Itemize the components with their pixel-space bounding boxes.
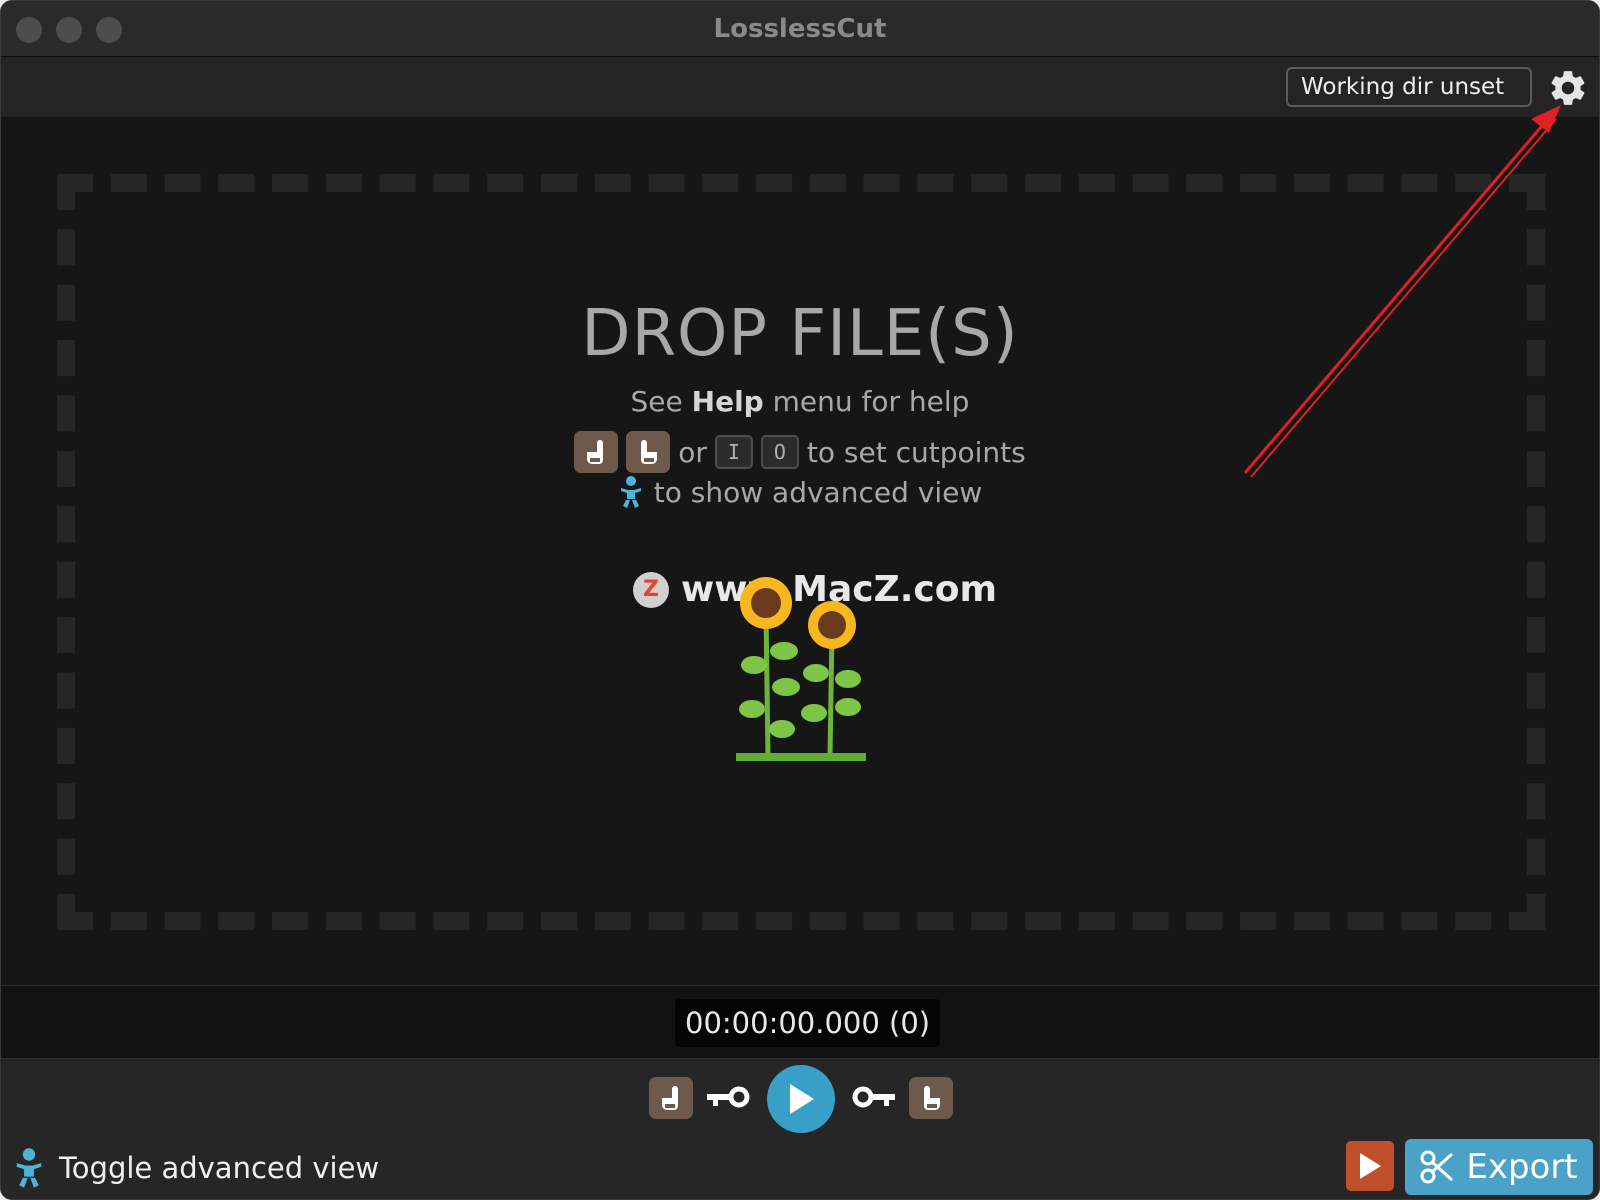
sunflowers-illustration [736, 577, 866, 761]
dropzone-border [57, 174, 1545, 930]
export-label: Export [1466, 1147, 1578, 1187]
hand-pointing-right-icon [924, 1086, 940, 1110]
help-bold: Help [691, 385, 764, 418]
play-icon [790, 1084, 814, 1114]
window-title: LosslessCut [713, 14, 887, 44]
cut-suffix-text: to set cutpoints [806, 435, 1026, 469]
key-o: O [760, 435, 799, 469]
watermark-logo: Z [633, 571, 669, 608]
working-dir-button[interactable]: Working dir unset [1286, 67, 1532, 107]
help-prefix: See [630, 385, 692, 418]
play-button[interactable] [767, 1065, 835, 1133]
hand-pointing-left-icon [574, 431, 619, 473]
drop-area[interactable]: DROP FILE(S) See Help menu for help or I… [1, 117, 1599, 985]
current-time-display: 00:00:00.000 (0) [675, 999, 941, 1047]
set-cut-end-button[interactable] [909, 1077, 953, 1119]
key-right-icon[interactable] [851, 1083, 897, 1111]
key-i: I [714, 435, 753, 469]
help-suffix: menu for help [763, 385, 970, 418]
cut-or-text: or [678, 435, 707, 469]
cutpoint-hint: or I O to set cutpoints [1, 431, 1599, 473]
play-icon [1360, 1153, 1381, 1179]
toggle-advanced-label: Toggle advanced view [59, 1151, 380, 1185]
app-window: LosslessCut Working dir unset DROP FILE(… [0, 0, 1600, 1200]
export-button[interactable]: Export [1405, 1139, 1593, 1195]
advanced-hint-text: to show advanced view [653, 475, 983, 509]
title-bar: LosslessCut [1, 1, 1599, 57]
export-mode-button[interactable] [1346, 1141, 1394, 1191]
gear-icon[interactable] [1547, 67, 1589, 109]
top-toolbar: Working dir unset [1, 57, 1599, 117]
hand-pointing-right-icon [626, 431, 671, 473]
timeline[interactable]: 00:00:00.000 (0) [1, 985, 1599, 1059]
baby-icon [16, 1148, 42, 1188]
hand-pointing-left-icon [662, 1086, 678, 1110]
key-left-icon[interactable] [705, 1083, 751, 1111]
toggle-advanced-view-button[interactable]: Toggle advanced view [13, 1147, 379, 1189]
baby-icon [620, 476, 641, 508]
set-cut-start-button[interactable] [649, 1077, 693, 1119]
drop-files-title: DROP FILE(S) [581, 297, 1019, 371]
playback-controls: Toggle advanced view Export [1, 1059, 1599, 1199]
scissors-icon [1420, 1150, 1454, 1184]
help-hint: See Help menu for help [1, 385, 1599, 418]
advanced-view-hint: to show advanced view [1, 475, 1599, 509]
